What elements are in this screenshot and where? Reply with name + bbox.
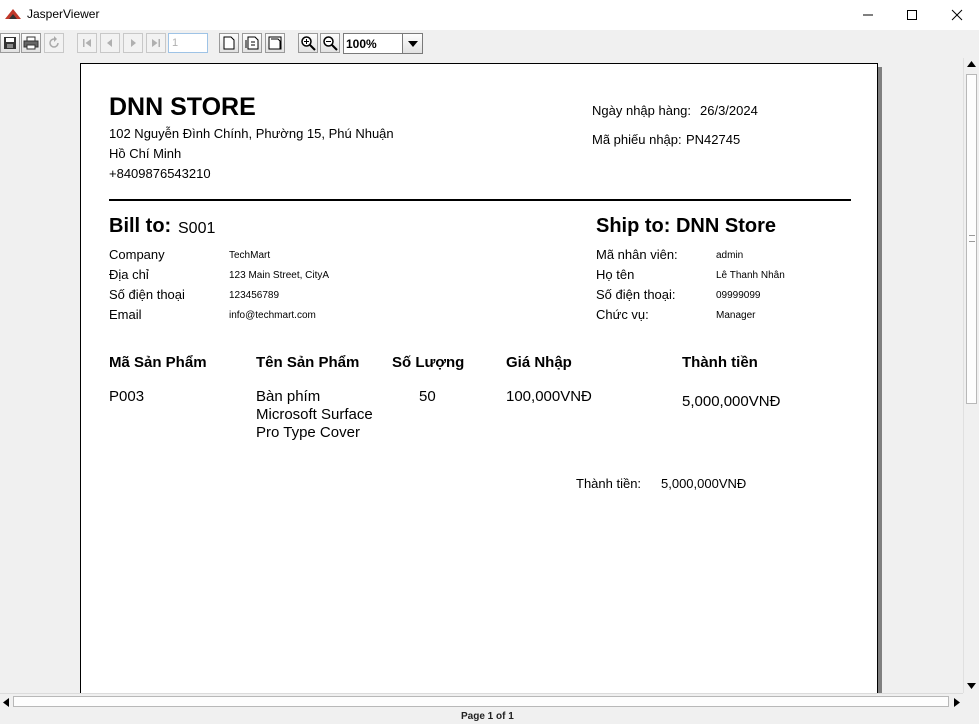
zoom-out-button[interactable]	[320, 33, 340, 53]
window-title: JasperViewer	[27, 7, 100, 21]
first-page-icon	[83, 39, 91, 47]
next-page-icon	[131, 39, 136, 47]
column-header-product-code: Mã Sản Phẩm	[109, 354, 207, 371]
close-button[interactable]	[934, 0, 979, 30]
import-date-label: Ngày nhập hàng:	[592, 103, 692, 118]
header-divider	[109, 199, 851, 201]
bill-address-value: 123 Main Street, CityA	[229, 270, 330, 281]
chevron-down-icon	[407, 40, 418, 47]
ship-phone-value: 09999099	[716, 290, 761, 301]
page-number-input[interactable]: 1	[168, 33, 208, 53]
bill-to-label: Bill to:	[109, 215, 172, 237]
store-address-line1: 102 Nguyễn Đình Chính, Phường 15, Phú Nh…	[109, 126, 394, 141]
fit-page-icon	[245, 36, 259, 50]
previous-page-button[interactable]	[100, 33, 120, 53]
jasper-app-icon	[5, 9, 21, 19]
print-button[interactable]	[21, 33, 41, 53]
zoom-in-icon	[301, 36, 316, 51]
ship-position-value: Manager	[716, 310, 756, 321]
row-product-name-line1: Bàn phím	[256, 388, 321, 405]
previous-page-icon	[107, 39, 112, 47]
bill-phone-label: Số điện thoại	[109, 287, 185, 302]
horizontal-scroll-thumb[interactable]	[13, 696, 949, 707]
actual-size-icon	[223, 36, 235, 50]
scroll-up-icon[interactable]	[967, 61, 976, 67]
last-page-button[interactable]	[146, 33, 166, 53]
import-date-value: 26/3/2024	[700, 103, 758, 118]
maximize-button[interactable]	[889, 0, 935, 30]
bill-company-value: TechMart	[229, 250, 271, 261]
zoom-dropdown-button[interactable]	[402, 34, 422, 53]
zoom-out-icon	[323, 36, 338, 51]
ship-employee-id-label: Mã nhân viên:	[596, 247, 678, 262]
ship-position-label: Chức vụ:	[596, 307, 649, 322]
zoom-select[interactable]: 100%	[343, 33, 423, 54]
minimize-button[interactable]	[845, 0, 891, 30]
save-icon	[4, 37, 16, 49]
ship-fullname-label: Họ tên	[596, 267, 635, 282]
ship-to-heading: Ship to: DNN Store	[596, 215, 776, 237]
bill-address-label: Địa chỉ	[109, 267, 149, 282]
report-page: DNN STORE 102 Nguyễn Đình Chính, Phường …	[80, 63, 878, 693]
close-icon	[951, 9, 963, 21]
row-quantity: 50	[419, 388, 436, 405]
store-name: DNN STORE	[109, 93, 256, 121]
status-bar: Page 1 of 1	[0, 709, 979, 724]
row-product-code: P003	[109, 388, 145, 405]
maximize-icon	[907, 10, 917, 20]
store-phone: +8409876543210	[109, 166, 211, 181]
fit-page-button[interactable]	[242, 33, 262, 53]
row-product-name-line3: Pro Type Cover	[256, 424, 360, 441]
row-import-price: 100,000VNĐ	[506, 388, 592, 405]
vertical-scrollbar[interactable]	[963, 58, 979, 693]
reload-icon	[49, 36, 59, 48]
bill-email-label: Email	[109, 307, 142, 322]
printer-icon	[23, 36, 39, 50]
fit-width-icon	[268, 36, 282, 50]
store-address-line2: Hồ Chí Minh	[109, 146, 182, 161]
column-header-quantity: Số Lượng	[392, 354, 465, 371]
scroll-down-icon[interactable]	[967, 683, 976, 689]
receipt-code-label: Mã phiếu nhập:	[592, 132, 682, 147]
zoom-in-button[interactable]	[298, 33, 318, 53]
column-header-import-price: Giá Nhập	[506, 354, 572, 371]
scroll-left-icon[interactable]	[3, 698, 9, 707]
scroll-right-icon[interactable]	[954, 698, 960, 707]
total-label: Thành tiền:	[576, 476, 642, 491]
title-bar: JasperViewer	[0, 0, 979, 30]
column-header-product-name: Tên Sản Phẩm	[256, 354, 360, 371]
horizontal-scrollbar[interactable]	[0, 693, 963, 710]
report-viewport: DNN STORE 102 Nguyễn Đình Chính, Phường …	[0, 58, 963, 693]
actual-size-button[interactable]	[219, 33, 239, 53]
save-button[interactable]	[0, 33, 20, 53]
row-amount: 5,000,000VNĐ	[682, 393, 781, 410]
bill-email-value: info@techmart.com	[229, 310, 316, 321]
bill-company-label: Company	[109, 247, 165, 262]
fit-width-button[interactable]	[265, 33, 285, 53]
viewer-toolbar	[0, 30, 979, 57]
next-page-button[interactable]	[123, 33, 143, 53]
column-header-amount: Thành tiền	[682, 354, 758, 371]
ship-phone-label: Số điện thoại:	[596, 287, 676, 302]
page-status-text: Page 1 of 1	[461, 711, 514, 722]
minimize-icon	[863, 14, 873, 16]
bill-phone-value: 123456789	[229, 290, 280, 301]
reload-button[interactable]	[44, 33, 64, 53]
vertical-scroll-thumb[interactable]	[966, 74, 977, 404]
zoom-value: 100%	[346, 37, 377, 51]
ship-employee-id-value: admin	[716, 250, 744, 261]
receipt-code-value: PN42745	[686, 132, 741, 147]
bill-to-id: S001	[178, 220, 216, 237]
scroll-grip	[969, 235, 975, 242]
first-page-button[interactable]	[77, 33, 97, 53]
total-value: 5,000,000VNĐ	[661, 476, 747, 491]
ship-fullname-value: Lê Thanh Nhân	[716, 270, 785, 281]
last-page-icon	[152, 39, 160, 47]
row-product-name-line2: Microsoft Surface	[256, 406, 373, 423]
